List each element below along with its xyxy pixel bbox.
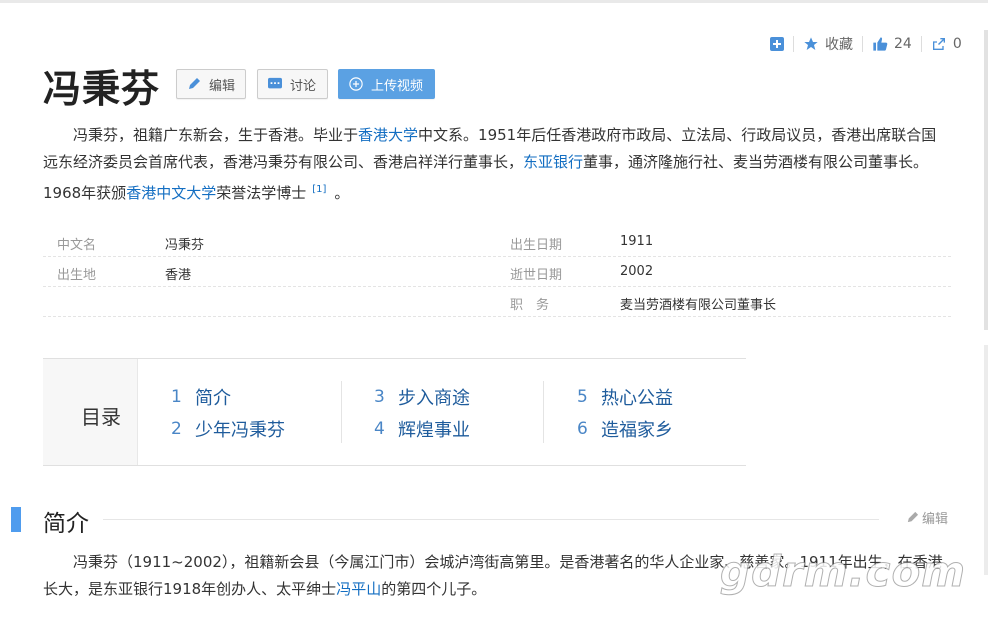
info-value: 冯秉芬: [165, 238, 205, 253]
link-bea[interactable]: 东亚银行: [523, 153, 583, 171]
info-key: 逝世日期: [510, 268, 563, 283]
divider: [862, 36, 863, 52]
catalog-title: 目录: [81, 405, 121, 429]
link-cuhk[interactable]: 香港中文大学: [126, 184, 216, 202]
pencil-icon: [189, 78, 200, 89]
catalog-item-number: 1: [171, 387, 182, 407]
info-key: 中文名: [57, 238, 97, 253]
info-value: 2002: [620, 264, 654, 279]
catalog-item-label: 步入商途: [398, 388, 470, 409]
info-row: 中文名 冯秉芬 出生日期 1911: [43, 227, 951, 257]
catalog-title-cell: 目录: [43, 359, 138, 465]
discuss-button-label: 讨论: [290, 78, 317, 94]
info-row: 职 务 麦当劳酒楼有限公司董事长: [43, 287, 951, 317]
link-hku[interactable]: 香港大学: [358, 126, 418, 144]
collect-button[interactable]: 收藏: [803, 34, 853, 54]
catalog-item-number: 3: [374, 387, 385, 407]
watermark: gdrm.com: [719, 547, 967, 597]
info-key: 出生日期: [510, 238, 563, 253]
catalog-item-number: 6: [577, 419, 588, 439]
catalog-divider: [341, 381, 342, 443]
info-key: 出生地: [57, 268, 97, 283]
chat-icon: [268, 77, 282, 89]
edit-button-label: 编辑: [209, 78, 236, 94]
catalog-item-label: 少年冯秉芬: [195, 420, 285, 441]
reference-marker[interactable]: [1]: [312, 184, 326, 195]
catalog-column: 5 热心公益 6 造福家乡: [577, 381, 673, 445]
upload-video-label: 上传视频: [371, 78, 424, 94]
info-row: 出生地 香港 逝世日期 2002: [43, 257, 951, 287]
catalog-item-number: 2: [171, 419, 182, 439]
catalog-item[interactable]: 5 热心公益: [577, 381, 673, 413]
catalog-item[interactable]: 1 简介: [171, 381, 285, 413]
share-button[interactable]: 0: [931, 36, 962, 52]
thumbs-up-icon: [873, 37, 888, 51]
plus-circle-icon: [349, 77, 363, 91]
info-key: 职 务: [510, 298, 550, 313]
intro-text: 的第四个儿子。: [381, 580, 487, 598]
discuss-button[interactable]: 讨论: [257, 69, 328, 99]
catalog-item-label: 造福家乡: [601, 420, 673, 441]
share-icon: [932, 38, 945, 50]
catalog-item-number: 5: [577, 387, 588, 407]
catalog-item[interactable]: 4 辉煌事业: [374, 413, 470, 445]
divider: [793, 36, 794, 52]
section-title: 简介: [43, 511, 89, 537]
pencil-icon: [907, 511, 919, 523]
right-edge-panel: [984, 30, 988, 330]
add-button[interactable]: [770, 37, 784, 51]
catalog-column: 1 简介 2 少年冯秉芬: [171, 381, 285, 445]
collect-label: 收藏: [825, 37, 853, 53]
like-count: 24: [894, 36, 912, 52]
catalog-item-label: 简介: [195, 388, 231, 409]
catalog: 目录 1 简介 2 少年冯秉芬 3 步入商途 4 辉煌事业 5 热心公益 6 造福家乡: [43, 358, 746, 466]
summary-text: 。: [334, 184, 350, 202]
basic-info-table: 中文名 冯秉芬 出生日期 1911 出生地 香港 逝世日期 2002 职 务 麦…: [43, 227, 951, 317]
catalog-column: 3 步入商途 4 辉煌事业: [374, 381, 470, 445]
like-button[interactable]: 24: [872, 36, 912, 52]
catalog-divider: [543, 381, 544, 443]
edit-button[interactable]: 编辑: [176, 69, 246, 99]
catalog-item[interactable]: 2 少年冯秉芬: [171, 413, 285, 445]
info-value: 香港: [165, 268, 192, 283]
divider: [920, 36, 922, 52]
plus-square-icon: [770, 37, 784, 51]
upload-video-button[interactable]: 上传视频: [338, 69, 435, 99]
summary-paragraph: 冯秉芬，祖籍广东新会，生于香港。毕业于香港大学中文系。1951年后任香港政府市政…: [43, 122, 951, 207]
page-title: 冯秉芬: [43, 67, 161, 111]
top-border: [0, 0, 988, 3]
catalog-item[interactable]: 6 造福家乡: [577, 413, 673, 445]
info-value: 麦当劳酒楼有限公司董事长: [620, 298, 777, 313]
summary-text: 荣誉法学博士: [216, 184, 307, 202]
right-edge-panel-lower: [984, 345, 988, 575]
summary-text: 冯秉芬，祖籍广东新会，生于香港。毕业于: [73, 126, 359, 144]
section-edit-button[interactable]: 编辑: [906, 508, 948, 527]
star-icon: [804, 37, 818, 50]
section-marker: [11, 507, 21, 532]
section-edit-label: 编辑: [922, 512, 949, 527]
intro-text: 冯秉芬（1911~2002），祖籍新会县（今属江门市）会城泸湾街高第里。是香港著…: [73, 553, 680, 571]
link-feng-pingshan[interactable]: 冯平山: [336, 580, 381, 598]
catalog-item-label: 热心公益: [601, 388, 673, 409]
catalog-item-label: 辉煌事业: [398, 420, 470, 441]
info-value: 1911: [620, 234, 654, 249]
share-count: 0: [952, 36, 962, 52]
catalog-item[interactable]: 3 步入商途: [374, 381, 470, 413]
catalog-item-number: 4: [374, 419, 385, 439]
section-divider: [103, 519, 879, 520]
action-bar: 收藏 24 0: [770, 32, 962, 56]
